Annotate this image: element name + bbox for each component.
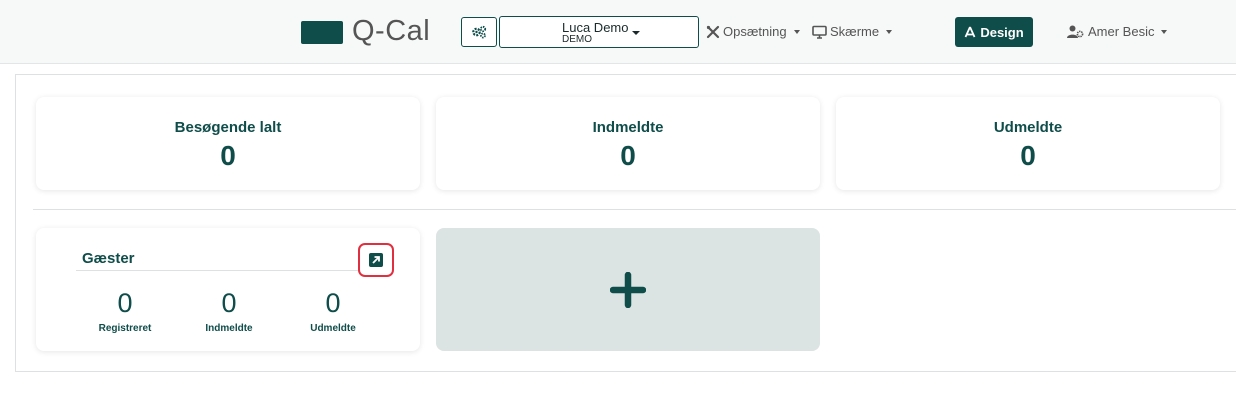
design-button[interactable]: Design bbox=[955, 17, 1033, 47]
widget-title: Gæster bbox=[82, 250, 135, 267]
section-divider bbox=[33, 209, 1236, 210]
metric-checked-in: 0 Indmeldte bbox=[174, 288, 284, 334]
widget-divider bbox=[76, 270, 362, 271]
stat-title: Besøgende lalt bbox=[174, 119, 282, 136]
metric-value: 0 bbox=[117, 288, 133, 318]
user-cog-icon bbox=[1067, 25, 1084, 38]
top-navbar: Q-Cal Luca Demo DEMO Opsætning Skærme De… bbox=[0, 0, 1236, 64]
stat-title: Udmeldte bbox=[993, 119, 1063, 136]
gears-icon bbox=[472, 25, 487, 39]
nav-screens[interactable]: Skærme bbox=[812, 24, 893, 39]
settings-button[interactable] bbox=[461, 17, 497, 47]
stat-card-checked-in: Indmeldte 0 bbox=[436, 97, 820, 190]
stat-value: 0 bbox=[620, 140, 636, 171]
org-name: Luca Demo bbox=[562, 20, 629, 35]
tools-icon bbox=[706, 25, 720, 38]
monitor-icon bbox=[812, 25, 827, 39]
metric-label: Indmeldte bbox=[205, 323, 253, 334]
stat-title: Indmeldte bbox=[592, 119, 664, 136]
metric-label: Registreret bbox=[98, 323, 152, 334]
stat-card-checked-out: Udmeldte 0 bbox=[836, 97, 1220, 190]
chevron-down-icon bbox=[886, 29, 893, 34]
stat-value: 0 bbox=[1020, 140, 1036, 171]
metric-label: Udmeldte bbox=[310, 323, 356, 334]
user-name: Amer Besic bbox=[1088, 24, 1155, 39]
nav-setup[interactable]: Opsætning bbox=[706, 24, 800, 39]
nav-screens-label: Skærme bbox=[830, 24, 880, 39]
design-button-label: Design bbox=[980, 24, 1024, 40]
user-menu[interactable]: Amer Besic bbox=[1067, 24, 1168, 39]
nav-setup-label: Opsætning bbox=[723, 24, 787, 39]
logo-text: Q-Cal bbox=[352, 15, 431, 47]
add-widget-button[interactable] bbox=[436, 228, 820, 351]
guests-widget: Gæster 0 Registreret 0 Indmeldte 0 Udmel… bbox=[36, 228, 420, 351]
plus-icon bbox=[610, 271, 646, 308]
metric-value: 0 bbox=[325, 288, 341, 318]
logo-mark bbox=[301, 21, 343, 44]
stat-value: 0 bbox=[220, 140, 236, 171]
stat-card-visitors: Besøgende lalt 0 bbox=[36, 97, 420, 190]
metric-checked-out: 0 Udmeldte bbox=[278, 288, 388, 334]
external-link-icon bbox=[369, 253, 383, 267]
chevron-down-icon bbox=[793, 29, 800, 34]
metric-registered: 0 Registreret bbox=[70, 288, 180, 334]
organization-select[interactable]: Luca Demo DEMO bbox=[499, 16, 699, 48]
org-subtitle: DEMO bbox=[562, 34, 592, 45]
compass-icon bbox=[965, 26, 976, 38]
chevron-down-icon bbox=[632, 31, 640, 35]
metric-value: 0 bbox=[221, 288, 237, 318]
chevron-down-icon bbox=[1161, 29, 1168, 34]
expand-widget-button[interactable] bbox=[358, 243, 394, 277]
